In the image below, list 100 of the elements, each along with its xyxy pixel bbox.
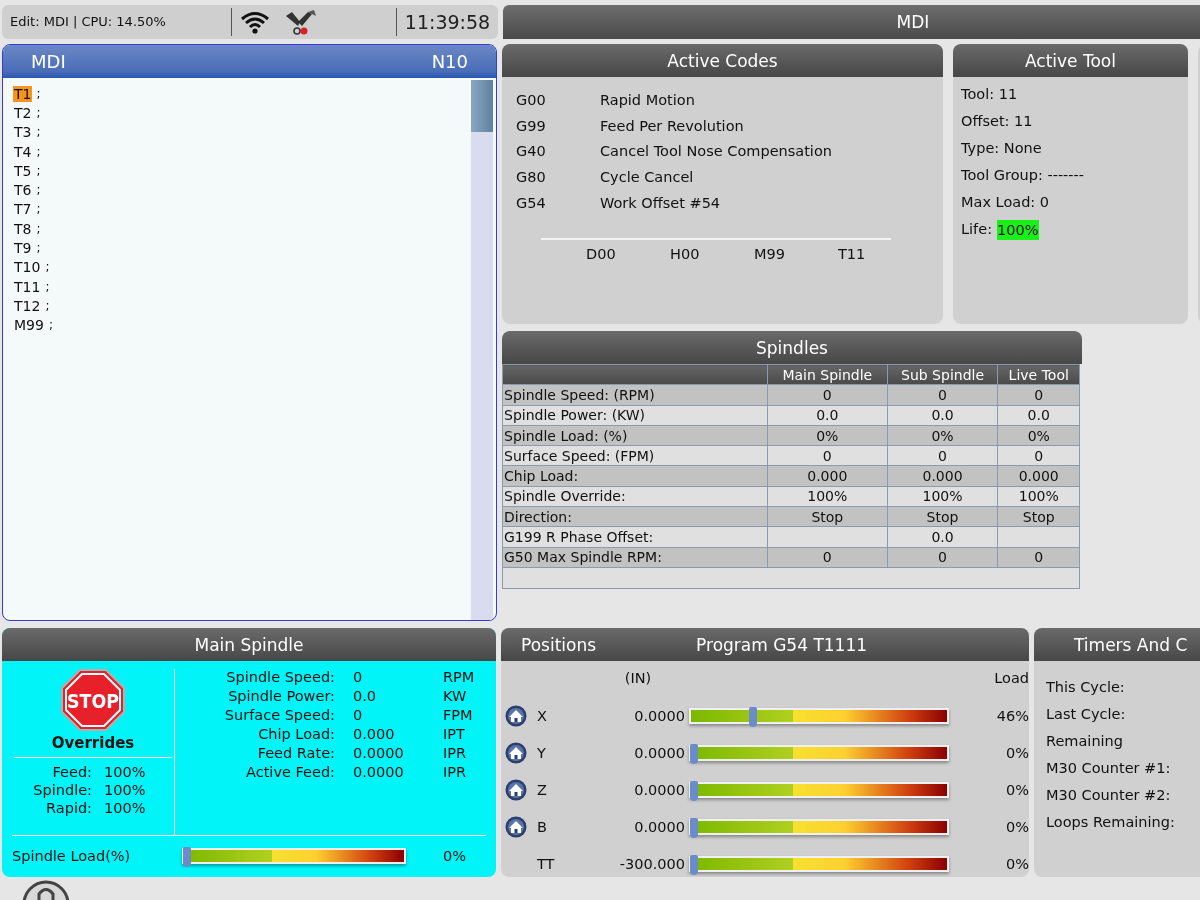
panel-title: Timers And C: [1074, 634, 1188, 655]
home-icon[interactable]: [505, 816, 527, 838]
code-word[interactable]: T3: [13, 124, 33, 141]
statement-terminator: ;: [36, 86, 41, 101]
active-code: T11: [838, 246, 867, 262]
timer-label: M30 Counter #1:: [1046, 760, 1172, 778]
axis-load: 0%: [1005, 856, 1029, 872]
panel-title: Active Tool: [1025, 50, 1116, 71]
row-label: Spindle Load: (%): [502, 425, 768, 446]
scrollbar-thumb[interactable]: [471, 80, 493, 132]
reading-value: 0.000: [353, 726, 396, 742]
block-number: N10: [431, 51, 468, 72]
life-value: 100%: [997, 219, 1039, 240]
axis-label: B: [537, 819, 548, 835]
lock-icon[interactable]: [22, 880, 70, 900]
reading-unit: RPM: [443, 669, 476, 685]
screen-title: MDI: [896, 12, 930, 32]
code-word[interactable]: T6: [13, 182, 33, 199]
reading-label: Spindle Speed:: [225, 669, 335, 685]
axis-position: 0.0000: [633, 745, 685, 761]
row-label: Direction:: [502, 506, 768, 527]
override-value: 100%: [104, 800, 147, 816]
axis-load: 46%: [995, 708, 1029, 724]
load-heading: Load: [993, 670, 1029, 688]
scrollbar-track[interactable]: [471, 80, 493, 620]
timer-label: M30 Counter #2:: [1046, 787, 1172, 805]
home-icon[interactable]: [505, 705, 527, 727]
code-description: Cycle Cancel: [600, 169, 694, 186]
reading-value: 0: [353, 707, 364, 723]
code-word[interactable]: T11: [13, 278, 42, 295]
reading-label: Active Feed:: [245, 764, 335, 780]
column-header: Live Tool: [997, 364, 1080, 385]
row-label: G50 Max Spindle RPM:: [502, 547, 768, 568]
home-icon[interactable]: [505, 742, 527, 764]
stop-sign-icon[interactable]: STOP: [61, 669, 125, 731]
tool-field: Max Load: 0: [961, 189, 1050, 216]
statement-terminator: ;: [45, 260, 50, 275]
timer-label: Loops Remaining:: [1046, 814, 1176, 832]
override-label: Spindle:: [32, 782, 92, 798]
axis-position: -300.000: [618, 856, 685, 872]
timer-label: This Cycle:: [1046, 679, 1126, 697]
timer-label: Last Cycle:: [1046, 706, 1127, 724]
code-description: Work Offset #54: [600, 195, 721, 212]
row-label: Surface Speed: (FPM): [502, 445, 768, 466]
override-value: 100%: [104, 764, 147, 780]
reading-label: Spindle Power:: [227, 688, 335, 704]
reading-value: 0.0000: [353, 764, 405, 780]
mode-text: Edit: MDI | CPU: 14.50%: [2, 8, 232, 36]
statement-terminator: ;: [36, 202, 41, 217]
code-word[interactable]: T1: [13, 85, 33, 102]
override-value: 100%: [104, 782, 147, 798]
spindle-load-reading: 0%: [442, 848, 467, 864]
program-title: Program G54 T1111: [696, 634, 868, 655]
g-code: G40: [516, 143, 547, 160]
row-label: G199 R Phase Offset:: [502, 526, 768, 548]
panel-title: Main Spindle: [194, 634, 304, 655]
code-word[interactable]: T12: [13, 297, 42, 314]
active-code: M99: [754, 246, 786, 262]
override-label: Feed:: [51, 764, 92, 780]
active-code: H00: [670, 246, 701, 262]
life-label: Life:: [961, 220, 993, 239]
code-description: Rapid Motion: [600, 91, 695, 108]
statement-terminator: ;: [36, 125, 41, 140]
row-label: Chip Load:: [502, 466, 768, 487]
code-word[interactable]: T7: [13, 201, 33, 218]
reading-unit: IPR: [443, 764, 468, 780]
reading-unit: KW: [443, 688, 468, 704]
code-word[interactable]: T5: [13, 162, 33, 179]
reading-unit: IPT: [443, 726, 466, 742]
reading-label: Feed Rate:: [256, 745, 335, 761]
editor-title: MDI: [31, 51, 66, 72]
axis-label: Y: [537, 745, 547, 761]
code-word[interactable]: T9: [13, 240, 33, 256]
reading-unit: IPR: [443, 745, 468, 761]
override-label: Rapid:: [45, 800, 92, 816]
g-code: G80: [516, 169, 547, 186]
g-code: G00: [516, 91, 547, 108]
row-label: Spindle Override:: [502, 486, 768, 507]
code-word[interactable]: T4: [13, 143, 33, 160]
column-header: Main Spindle: [767, 364, 888, 385]
tool-field: Offset: 11: [961, 108, 1033, 135]
reading-label: Chip Load:: [257, 726, 335, 742]
statement-terminator: ;: [36, 241, 41, 255]
tool-field: Tool: 11: [961, 81, 1018, 108]
axis-label: Z: [537, 782, 548, 798]
code-word[interactable]: M99: [13, 317, 45, 334]
reading-value: 0.0000: [353, 745, 405, 761]
statement-terminator: ;: [36, 144, 41, 159]
code-word[interactable]: T8: [13, 220, 33, 237]
code-description: Cancel Tool Nose Compensation: [600, 143, 832, 160]
g-code: G99: [516, 117, 547, 134]
code-word[interactable]: T2: [13, 104, 33, 121]
tool-field: Tool Group: -------: [961, 162, 1085, 189]
column-header: Sub Spindle: [887, 364, 998, 385]
home-icon[interactable]: [505, 779, 527, 801]
clock-text: 11:39:58: [403, 11, 492, 33]
code-word[interactable]: T10: [13, 259, 42, 276]
axis-label: X: [537, 708, 548, 724]
axis-label: TT: [537, 856, 556, 872]
statement-terminator: ;: [36, 105, 41, 120]
